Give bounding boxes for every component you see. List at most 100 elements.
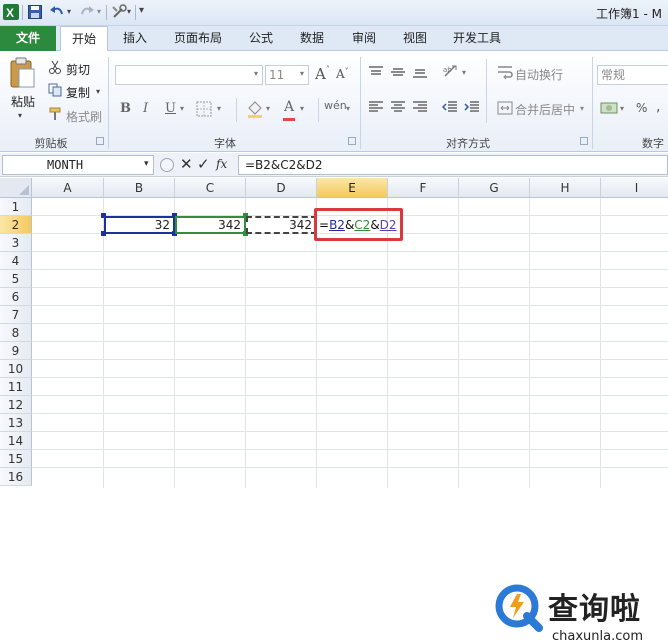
column-header-i[interactable]: I [601,178,668,198]
align-right-icon[interactable] [412,100,428,117]
shrink-font-icon[interactable]: A˅ [336,67,349,81]
tab-page-layout[interactable]: 页面布局 [164,26,232,51]
font-size-dropdown-icon[interactable]: ▾ [300,69,304,78]
phonetic-icon[interactable]: wén [324,99,347,112]
undo-dropdown-icon[interactable]: ▾ [67,7,71,16]
row-header-15[interactable]: 15 [0,450,32,468]
tab-home[interactable]: 开始 [60,26,108,52]
paste-icon[interactable] [8,57,36,92]
copy-button[interactable]: 复制 [66,84,90,101]
row-header-10[interactable]: 10 [0,360,32,378]
phonetic-dropdown-icon[interactable]: ▾ [346,104,350,113]
tab-file[interactable]: 文件 [0,26,56,51]
row-header-1[interactable]: 1 [0,198,32,216]
worksheet-grid[interactable]: A B C D E F G H I 1 2 3 4 5 6 7 8 9 10 1… [0,178,668,644]
cancel-formula-icon[interactable]: ✕ [180,155,193,173]
column-header-h[interactable]: H [530,178,601,198]
copy-icon[interactable] [48,83,62,100]
tab-formulas[interactable]: 公式 [240,26,282,51]
row-header-9[interactable]: 9 [0,342,32,360]
undo-icon[interactable] [48,3,66,21]
orientation-icon[interactable]: ab [442,63,462,82]
tools-icon[interactable] [110,3,128,21]
paste-button[interactable]: 粘贴 [11,93,35,110]
column-header-f[interactable]: F [388,178,459,198]
row-header-7[interactable]: 7 [0,306,32,324]
column-header-g[interactable]: G [459,178,530,198]
row-header-12[interactable]: 12 [0,396,32,414]
row-header-11[interactable]: 11 [0,378,32,396]
column-header-b[interactable]: B [104,178,175,198]
fill-color-icon[interactable] [246,100,264,121]
cell-d2[interactable]: 342 [246,216,317,234]
insert-function-icon[interactable]: fx [216,157,227,171]
percent-style-button[interactable]: % [636,101,647,115]
row-header-2[interactable]: 2 [0,216,32,234]
orientation-dropdown-icon[interactable]: ▾ [462,68,466,77]
clipboard-launcher-icon[interactable] [96,137,104,145]
tab-review[interactable]: 审阅 [342,26,386,51]
font-name-combo[interactable] [115,65,263,85]
comma-style-icon[interactable]: , [656,99,660,115]
accounting-dropdown-icon[interactable]: ▾ [620,104,624,113]
merge-dropdown-icon[interactable]: ▾ [580,104,584,113]
column-header-d[interactable]: D [246,178,317,198]
merge-center-icon[interactable] [497,100,513,119]
cut-icon[interactable] [48,60,62,77]
align-left-icon[interactable] [368,100,384,117]
underline-dropdown-icon[interactable]: ▾ [180,104,184,113]
paste-dropdown-icon[interactable]: ▾ [18,111,22,120]
tab-insert[interactable]: 插入 [113,26,157,51]
row-header-4[interactable]: 4 [0,252,32,270]
font-color-icon[interactable]: A [284,99,294,115]
align-middle-icon[interactable] [390,65,406,82]
row-header-8[interactable]: 8 [0,324,32,342]
align-top-icon[interactable] [368,65,384,82]
row-header-16[interactable]: 16 [0,468,32,486]
excel-logo-icon[interactable]: X [2,3,20,21]
column-header-c[interactable]: C [175,178,246,198]
row-header-13[interactable]: 13 [0,414,32,432]
wrap-text-icon[interactable] [497,64,513,83]
wrap-text-button[interactable]: 自动换行 [515,66,563,83]
column-header-a[interactable]: A [32,178,104,198]
redo-icon[interactable] [78,3,96,21]
formula-input[interactable]: =B2&C2&D2 [238,155,668,175]
customize-qa-icon[interactable]: ▾ [139,5,144,16]
formula-bar-grip-icon[interactable] [160,158,174,172]
borders-dropdown-icon[interactable]: ▾ [217,104,221,113]
merge-center-button[interactable]: 合并后居中 [515,101,575,118]
tab-data[interactable]: 数据 [290,26,334,51]
format-painter-button[interactable]: 格式刷 [66,108,102,125]
tools-dropdown-icon[interactable]: ▾ [127,7,131,16]
tab-view[interactable]: 视图 [393,26,437,51]
ref-handle[interactable] [101,231,106,236]
decrease-indent-icon[interactable] [441,100,458,117]
tab-developer[interactable]: 开发工具 [444,26,510,51]
alignment-launcher-icon[interactable] [580,137,588,145]
increase-indent-icon[interactable] [464,100,480,117]
row-header-3[interactable]: 3 [0,234,32,252]
row-header-5[interactable]: 5 [0,270,32,288]
ref-handle[interactable] [101,213,106,218]
borders-icon[interactable] [196,101,212,120]
name-box-dropdown-icon[interactable]: ▾ [144,159,149,169]
row-header-6[interactable]: 6 [0,288,32,306]
bold-icon[interactable]: B [120,101,131,116]
copy-dropdown-icon[interactable]: ▾ [96,87,100,96]
underline-icon[interactable]: U [165,101,176,116]
cut-button[interactable]: 剪切 [66,61,90,78]
column-header-e[interactable]: E [317,178,388,198]
redo-dropdown-icon[interactable]: ▾ [97,7,101,16]
fill-color-dropdown-icon[interactable]: ▾ [266,104,270,113]
font-name-dropdown-icon[interactable]: ▾ [254,69,258,78]
row-header-14[interactable]: 14 [0,432,32,450]
align-center-icon[interactable] [390,100,406,117]
italic-icon[interactable]: I [143,101,148,116]
grow-font-icon[interactable]: A˄ [315,65,330,83]
select-all-corner[interactable] [0,178,32,198]
name-box[interactable]: MONTH [2,155,154,175]
align-bottom-icon[interactable] [412,65,428,82]
accounting-format-icon[interactable] [600,100,618,119]
format-painter-icon[interactable] [48,107,62,124]
